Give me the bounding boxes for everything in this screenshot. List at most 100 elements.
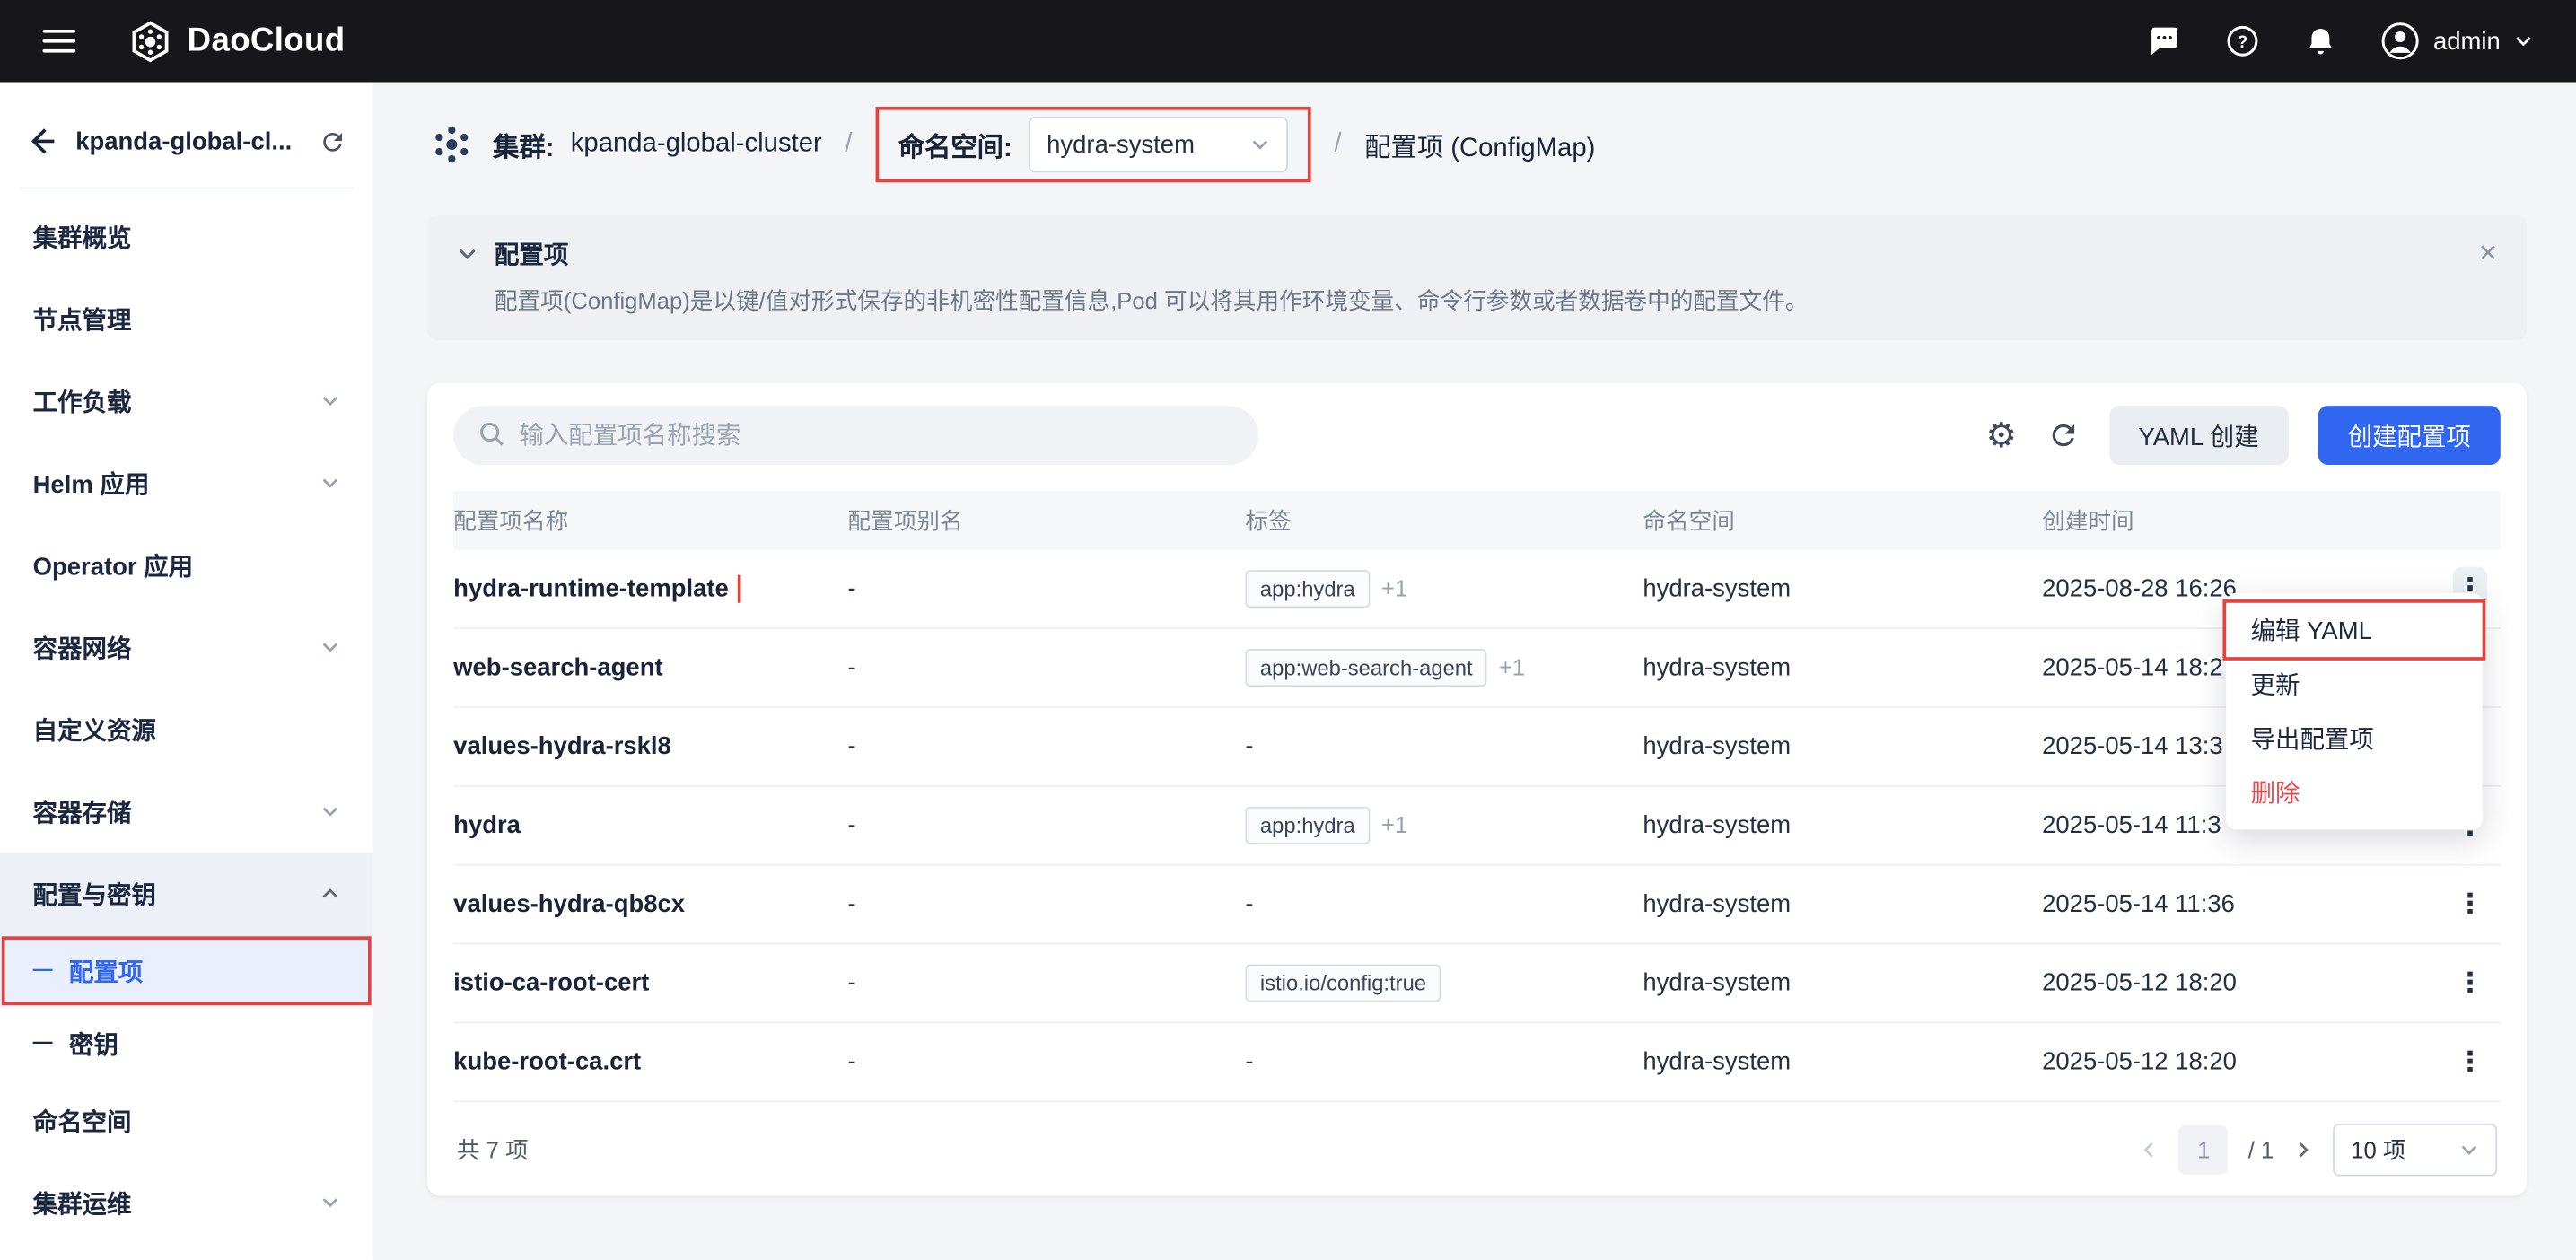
- menu-item-update[interactable]: 更新: [2226, 657, 2483, 711]
- tag-extra-count[interactable]: +1: [1381, 575, 1407, 601]
- sidebar-item-custom-resources[interactable]: 自定义资源: [0, 688, 372, 771]
- sidebar-item-config-and-secrets[interactable]: 配置与密钥: [0, 853, 372, 935]
- sidebar-item-secret[interactable]: —密钥: [0, 1007, 372, 1080]
- sidebar-item-label: 节点管理: [33, 302, 132, 336]
- search-box: [453, 406, 1258, 465]
- close-icon[interactable]: ×: [2479, 238, 2497, 269]
- configmap-created: 2025-05-12 18:20: [2042, 1048, 2453, 1076]
- chevron-down-icon: [320, 801, 340, 821]
- brand-name: DaoCloud: [188, 22, 346, 60]
- configmap-name[interactable]: hydra: [453, 811, 521, 839]
- breadcrumb-separator: /: [845, 130, 852, 160]
- sidebar-item-label: 容器网络: [33, 630, 132, 664]
- chevron-down-icon: [1250, 135, 1270, 154]
- sidebar-item-label: 配置项: [69, 954, 143, 988]
- sidebar-item-cluster-overview[interactable]: 集群概览: [0, 196, 372, 278]
- sidebar-item-label: Helm 应用: [33, 466, 150, 500]
- chevron-down-icon: [320, 473, 340, 493]
- tag-extra-count[interactable]: +1: [1381, 811, 1407, 837]
- table-toolbar: ⚙ YAML 创建 创建配置项: [453, 406, 2501, 465]
- configmap-namespace: hydra-system: [1643, 969, 2042, 997]
- topbar: DaoCloud ? admin: [0, 0, 2576, 83]
- namespace-select[interactable]: hydra-system: [1029, 117, 1288, 172]
- total-pages: / 1: [2248, 1137, 2274, 1163]
- switch-cluster-icon[interactable]: [319, 127, 346, 155]
- annotation-box-namespace: 命名空间: hydra-system: [875, 107, 1311, 182]
- sidebar-item-container-network[interactable]: 容器网络: [0, 606, 372, 688]
- configmap-table-card: ⚙ YAML 创建 创建配置项 配置项名称 配置项别名 标签 命名空间 创建时间…: [427, 382, 2527, 1195]
- row-actions-icon[interactable]: ⋮: [2453, 881, 2487, 927]
- sidebar-item-label: 配置与密钥: [33, 876, 156, 910]
- namespace-label: 命名空间:: [898, 125, 1012, 164]
- yaml-create-button[interactable]: YAML 创建: [2108, 406, 2288, 465]
- tag-extra-count[interactable]: +1: [1499, 653, 1525, 679]
- menu-item-export-configmap[interactable]: 导出配置项: [2226, 712, 2483, 766]
- sidebar-item-cluster-ops[interactable]: 集群运维: [0, 1161, 372, 1244]
- table-header: 配置项名称 配置项别名 标签 命名空间 创建时间: [453, 491, 2501, 550]
- sidebar-item-configmap[interactable]: — 配置项: [0, 934, 372, 1007]
- current-page[interactable]: 1: [2179, 1125, 2229, 1175]
- configmap-alias: -: [847, 969, 1245, 997]
- configmap-name[interactable]: kube-root-ca.crt: [453, 1048, 641, 1076]
- configmap-alias: -: [847, 575, 1245, 603]
- next-page-icon[interactable]: [2293, 1140, 2313, 1159]
- chevron-down-icon: [320, 1193, 340, 1212]
- prev-page-icon[interactable]: [2140, 1140, 2160, 1159]
- sidebar-item-label: 密钥: [69, 1026, 118, 1060]
- row-actions-icon[interactable]: ⋮: [2453, 1039, 2487, 1085]
- menu-toggle-icon[interactable]: [43, 30, 76, 53]
- sidebar-item-operator-apps[interactable]: Operator 应用: [0, 524, 372, 607]
- refresh-icon[interactable]: [2046, 419, 2080, 452]
- collapse-chevron-icon[interactable]: [457, 243, 478, 265]
- column-header-alias: 配置项别名: [847, 504, 1245, 538]
- bell-icon[interactable]: [2303, 24, 2337, 58]
- page-size-value: 10 项: [2351, 1133, 2405, 1167]
- user-menu[interactable]: admin: [2380, 22, 2533, 61]
- sidebar-item-container-storage[interactable]: 容器存储: [0, 770, 372, 853]
- configmap-name[interactable]: istio-ca-root-cert: [453, 969, 649, 997]
- help-icon[interactable]: ?: [2225, 23, 2261, 59]
- configmap-name[interactable]: values-hydra-rskl8: [453, 732, 671, 760]
- configmap-name[interactable]: web-search-agent: [453, 653, 662, 681]
- sidebar-item-namespace[interactable]: 命名空间: [0, 1080, 372, 1162]
- page-title: 配置项 (ConfigMap): [1364, 125, 1595, 164]
- configmap-name[interactable]: values-hydra-qb8cx: [453, 890, 685, 918]
- sidebar-item-workloads[interactable]: 工作负载: [0, 360, 372, 442]
- configmap-namespace: hydra-system: [1643, 890, 2042, 918]
- namespace-value: hydra-system: [1047, 131, 1195, 159]
- configmap-name[interactable]: hydra-runtime-template: [453, 575, 729, 603]
- sub-item-dash: —: [33, 958, 53, 981]
- table-row: values-hydra-qb8cx - - hydra-system 2025…: [453, 866, 2501, 945]
- create-configmap-button[interactable]: 创建配置项: [2318, 406, 2501, 465]
- chevron-down-icon: [320, 391, 340, 411]
- chevron-down-icon: [2513, 31, 2533, 51]
- column-header-namespace: 命名空间: [1643, 504, 2042, 538]
- sidebar-item-helm-apps[interactable]: Helm 应用: [0, 442, 372, 524]
- sidebar-item-label: 自定义资源: [33, 712, 156, 746]
- table-row: kube-root-ca.crt - - hydra-system 2025-0…: [453, 1023, 2501, 1102]
- table-footer: 共 7 项 1 / 1 10 项: [453, 1124, 2501, 1177]
- sidebar-item-node-management[interactable]: 节点管理: [0, 277, 372, 360]
- configmap-alias: -: [847, 1048, 1245, 1076]
- search-icon: [477, 419, 506, 449]
- back-arrow-icon[interactable]: [26, 125, 59, 158]
- cluster-name: kpanda-global-cl...: [75, 127, 302, 155]
- sidebar: kpanda-global-cl... 集群概览 节点管理 工作负载 Helm …: [0, 83, 372, 1260]
- info-banner: 配置项 × 配置项(ConfigMap)是以键/值对形式保存的非机密性配置信息,…: [427, 215, 2527, 340]
- search-input[interactable]: [453, 406, 1258, 465]
- row-actions-icon[interactable]: ⋮: [2453, 960, 2487, 1006]
- sidebar-item-label: 容器存储: [33, 794, 132, 828]
- configmap-tags: -: [1245, 732, 1643, 760]
- configmap-alias: -: [847, 811, 1245, 839]
- page-size-select[interactable]: 10 项: [2333, 1124, 2497, 1177]
- breadcrumb-separator: /: [1334, 130, 1341, 160]
- chat-icon[interactable]: [2148, 24, 2182, 58]
- sidebar-nav: 集群概览 节点管理 工作负载 Helm 应用 Operator 应用 容器网络 …: [0, 188, 372, 1243]
- username: admin: [2433, 27, 2501, 55]
- tag-chip: istio.io/config:true: [1245, 964, 1441, 1002]
- configmap-created: 2025-05-12 18:20: [2042, 969, 2453, 997]
- menu-item-edit-yaml[interactable]: 编辑 YAML: [2226, 603, 2483, 657]
- settings-icon[interactable]: ⚙: [1986, 418, 2017, 452]
- menu-item-delete[interactable]: 删除: [2226, 766, 2483, 819]
- total-count: 共 7 项: [457, 1133, 529, 1167]
